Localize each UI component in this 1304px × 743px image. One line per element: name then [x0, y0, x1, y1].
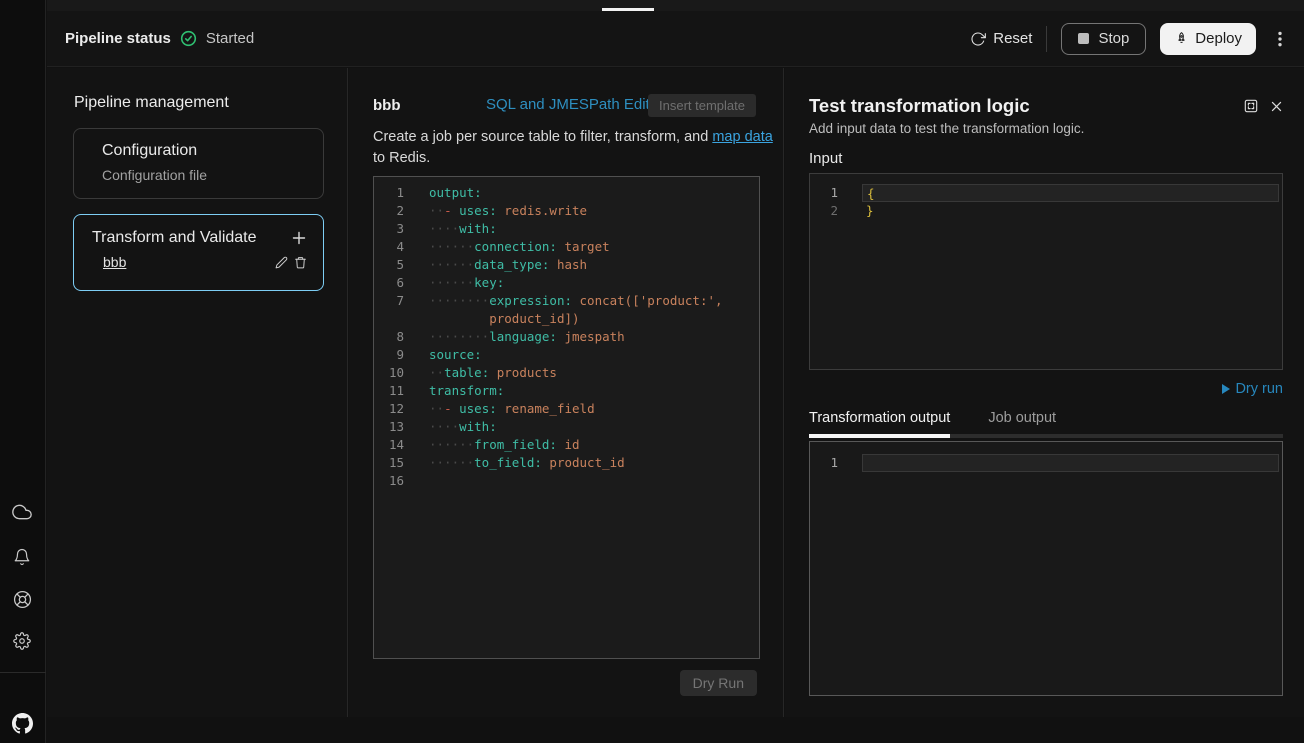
play-icon	[1222, 384, 1230, 394]
code-line: 3····with:	[374, 220, 759, 238]
code-line: 1	[810, 454, 1282, 472]
transform-card-title: Transform and Validate	[92, 228, 257, 248]
configuration-card[interactable]: Configuration Configuration file	[73, 128, 324, 199]
code-line: 6······key:	[374, 274, 759, 292]
code-line: 15······to_field: product_id	[374, 454, 759, 472]
code-line: 1output:	[374, 184, 759, 202]
pipeline-status-label: Pipeline status	[65, 30, 171, 47]
reset-button[interactable]: Reset	[970, 30, 1032, 47]
code-line: 1{	[810, 184, 1282, 202]
close-panel-icon[interactable]	[1270, 100, 1283, 113]
settings-gear-icon[interactable]	[11, 630, 33, 652]
pipeline-management-panel: Pipeline management Configuration Config…	[47, 68, 348, 717]
test-panel-subtitle: Add input data to test the transformatio…	[809, 121, 1084, 136]
toolbar-divider	[1046, 26, 1047, 52]
job-description: Create a job per source table to filter,…	[373, 127, 773, 169]
pipeline-status-value: Started	[206, 30, 254, 47]
input-json-editor[interactable]: 1{2}	[809, 173, 1283, 370]
expand-panel-icon[interactable]	[1244, 99, 1258, 113]
code-line: 14······from_field: id	[374, 436, 759, 454]
output-tabs: Transformation output Job output	[809, 410, 1283, 438]
test-panel-title: Test transformation logic	[809, 95, 1030, 117]
tab-transformation-output[interactable]: Transformation output	[809, 410, 950, 434]
code-line: 7········expression: concat(['product:',	[374, 292, 759, 310]
add-job-plus-icon[interactable]	[291, 230, 307, 246]
pipeline-actions: Reset Stop Deploy	[970, 23, 1290, 55]
status-check-icon	[180, 30, 197, 47]
github-icon[interactable]	[11, 712, 33, 734]
code-line: 13····with:	[374, 418, 759, 436]
yaml-editor-lines: 1output:2··- uses: redis.write3····with:…	[374, 184, 759, 490]
code-line: 8········language: jmespath	[374, 328, 759, 346]
transform-validate-card[interactable]: Transform and Validate bbb	[73, 214, 324, 291]
input-editor-lines: 1{2}	[810, 184, 1282, 220]
code-line: 12··- uses: rename_field	[374, 400, 759, 418]
app-window: Pipeline status Started Reset Stop Deplo…	[0, 0, 1304, 743]
notifications-bell-icon[interactable]	[11, 546, 33, 568]
edit-pencil-icon[interactable]	[275, 256, 288, 269]
code-line: 2··- uses: redis.write	[374, 202, 759, 220]
more-options-kebab-icon[interactable]	[1270, 28, 1290, 50]
code-line: 16	[374, 472, 759, 490]
sql-jmespath-editor-link[interactable]: SQL and JMESPath Editor	[486, 96, 663, 113]
dry-run-link[interactable]: Dry run	[1222, 381, 1283, 397]
insert-template-button[interactable]: Insert template	[648, 94, 756, 117]
deploy-button[interactable]: Deploy	[1160, 23, 1256, 55]
reset-icon	[970, 31, 986, 47]
map-data-link[interactable]: map data	[712, 129, 772, 145]
pipeline-status-group: Pipeline status Started	[65, 30, 254, 47]
job-item-bbb[interactable]: bbb	[103, 254, 126, 270]
code-line: product_id])	[374, 310, 759, 328]
configuration-file-item[interactable]: Configuration file	[102, 167, 307, 184]
code-line: 9source:	[374, 346, 759, 364]
input-label: Input	[809, 150, 842, 167]
output-editor-lines: 1	[810, 454, 1282, 472]
stop-button[interactable]: Stop	[1061, 23, 1146, 55]
pipeline-management-title: Pipeline management	[74, 94, 229, 112]
yaml-code-editor[interactable]: 1output:2··- uses: redis.write3····with:…	[373, 176, 760, 659]
configuration-card-title: Configuration	[102, 141, 307, 161]
code-line: 10··table: products	[374, 364, 759, 382]
pipeline-status-bar: Pipeline status Started Reset Stop Deplo…	[47, 11, 1304, 67]
top-tab-strip	[47, 0, 1304, 11]
tab-job-output[interactable]: Job output	[988, 410, 1056, 434]
cloud-icon[interactable]	[11, 501, 33, 523]
code-line: 5······data_type: hash	[374, 256, 759, 274]
test-transformation-panel: Test transformation logic Add input data…	[785, 68, 1304, 717]
delete-trash-icon[interactable]	[294, 256, 307, 269]
code-line: 4······connection: target	[374, 238, 759, 256]
code-line: 11transform:	[374, 382, 759, 400]
stop-icon	[1078, 33, 1089, 44]
transformation-output-editor[interactable]: 1	[809, 441, 1283, 696]
rocket-icon	[1174, 31, 1189, 46]
dry-run-button[interactable]: Dry Run	[680, 670, 757, 696]
code-line: 2}	[810, 202, 1282, 220]
job-name-title: bbb	[373, 97, 401, 114]
job-editor-panel: bbb SQL and JMESPath Editor Insert templ…	[349, 68, 784, 717]
rail-divider	[0, 672, 46, 673]
left-icon-rail	[0, 0, 46, 743]
support-lifebuoy-icon[interactable]	[11, 588, 33, 610]
